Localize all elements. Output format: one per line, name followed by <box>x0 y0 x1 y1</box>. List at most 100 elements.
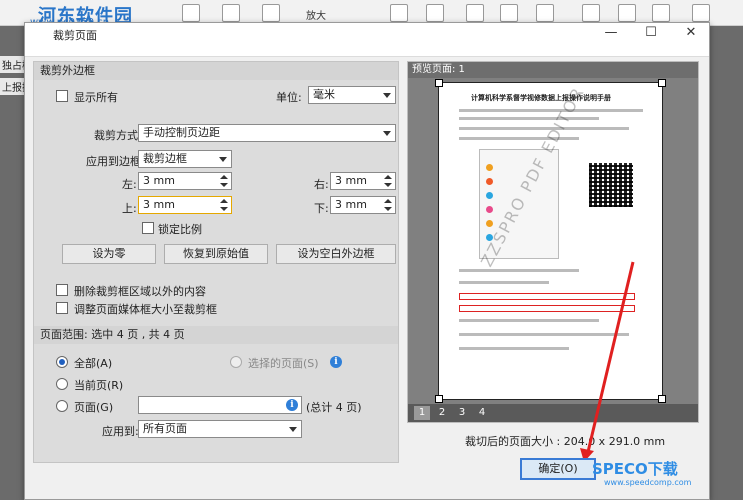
highlight-box <box>459 293 635 300</box>
spin-up-icon[interactable] <box>220 175 228 179</box>
right-margin-spinner[interactable]: 3 mm <box>330 172 396 190</box>
crop-method-label: 裁剪方式 <box>94 129 138 142</box>
crop-margins-section-title: 裁剪外边框 <box>34 62 398 80</box>
qr-code <box>589 163 633 207</box>
apply-to-box-select[interactable]: 裁剪边框 <box>138 150 232 168</box>
restore-original-button[interactable]: 恢复到原始值 <box>164 244 268 264</box>
top-margin-label: 上: <box>122 202 137 215</box>
crop-handle[interactable] <box>435 79 443 87</box>
apply-to-label: 应用到: <box>102 425 139 438</box>
all-pages-label: 全部(A) <box>74 357 113 370</box>
total-pages-label: (总计 4 页) <box>306 401 362 414</box>
page-tab-2[interactable]: 2 <box>434 406 450 420</box>
minimize-button[interactable]: — <box>591 23 631 43</box>
page-range-title: 页面范围: 选中 4 页 , 共 4 页 <box>34 326 398 344</box>
crop-method-value: 手动控制页边距 <box>143 126 220 139</box>
delete-outside-label: 删除裁剪框区域以外的内容 <box>74 285 206 298</box>
ok-button[interactable]: 确定(O) <box>520 458 596 480</box>
adjust-media-checkbox[interactable] <box>56 302 68 314</box>
crop-method-select[interactable]: 手动控制页边距 <box>138 124 396 142</box>
chevron-down-icon <box>383 131 391 136</box>
lock-ratio-checkbox[interactable] <box>142 222 154 234</box>
spin-down-icon[interactable] <box>384 183 392 187</box>
page-range-input[interactable] <box>138 396 302 414</box>
page-tab-1[interactable]: 1 <box>414 406 430 420</box>
crop-settings-panel: 裁剪外边框 显示所有 单位: 毫米 裁剪方式 手动控制页边距 应用到边框 裁剪边… <box>33 61 399 463</box>
spin-down-icon[interactable] <box>220 183 228 187</box>
delete-outside-checkbox[interactable] <box>56 284 68 296</box>
top-margin-spinner[interactable]: 3 mm <box>138 196 232 214</box>
dialog-titlebar: 裁剪页面 — ☐ ✕ <box>25 23 709 57</box>
chevron-down-icon <box>289 427 297 432</box>
left-margin-label: 左: <box>122 178 137 191</box>
set-zero-button[interactable]: 设为零 <box>62 244 156 264</box>
site-watermark-bottom-url: www.speedcomp.com <box>604 478 692 487</box>
all-pages-radio[interactable] <box>56 356 68 368</box>
unit-select[interactable]: 毫米 <box>308 86 396 104</box>
preview-area: 计算机科学系督学视修数据上报操作说明手册 ZZSPRO PDF EDITOR <box>408 78 698 404</box>
selected-pages-label: 选择的页面(S) <box>248 357 319 370</box>
show-all-checkbox[interactable] <box>56 90 68 102</box>
toolbar-icon[interactable] <box>222 4 240 22</box>
crop-handle[interactable] <box>658 395 666 403</box>
textbox-icon[interactable] <box>466 4 484 22</box>
page-range-label: 页面(G) <box>74 401 114 414</box>
zoom-label[interactable]: 放大 <box>306 7 326 22</box>
info-icon[interactable]: i <box>330 356 342 368</box>
apply-to-value: 所有页面 <box>143 422 187 435</box>
left-margin-spinner[interactable]: 3 mm <box>138 172 232 190</box>
preview-page: 计算机科学系督学视修数据上报操作说明手册 ZZSPRO PDF EDITOR <box>435 79 666 403</box>
page-tab-4[interactable]: 4 <box>474 406 490 420</box>
right-margin-label: 右: <box>314 178 329 191</box>
text-icon[interactable] <box>390 4 408 22</box>
spin-up-icon[interactable] <box>384 199 392 203</box>
page-range-radio[interactable] <box>56 400 68 412</box>
crop-handle[interactable] <box>435 395 443 403</box>
chevron-down-icon <box>219 157 227 162</box>
preview-page-title: 计算机科学系督学视修数据上报操作说明手册 <box>471 94 611 102</box>
bottom-margin-spinner[interactable]: 3 mm <box>330 196 396 214</box>
toolbar-icon[interactable] <box>182 4 200 22</box>
polygon-icon[interactable] <box>582 4 600 22</box>
lock-ratio-label: 锁定比例 <box>158 223 202 236</box>
pencil-icon[interactable] <box>536 4 554 22</box>
stamp-icon[interactable] <box>652 4 670 22</box>
show-all-label: 显示所有 <box>74 91 118 104</box>
apply-to-select[interactable]: 所有页面 <box>138 420 302 438</box>
highlight-box <box>459 305 635 312</box>
close-button[interactable]: ✕ <box>671 23 711 43</box>
chevron-down-icon <box>383 93 391 98</box>
eraser-icon[interactable] <box>692 4 710 22</box>
page-tab-3[interactable]: 3 <box>454 406 470 420</box>
crop-handle[interactable] <box>658 79 666 87</box>
spin-down-icon[interactable] <box>220 207 228 211</box>
bottom-margin-label: 下: <box>314 202 329 215</box>
dialog-title: 裁剪页面 <box>53 29 97 42</box>
info-icon[interactable]: i <box>286 399 298 411</box>
shape-icon[interactable] <box>618 4 636 22</box>
cropped-size-label: 裁切后的页面大小 : 204.0 x 291.0 mm <box>465 435 666 448</box>
spin-down-icon[interactable] <box>384 207 392 211</box>
right-margin-value: 3 mm <box>335 174 367 187</box>
spin-up-icon[interactable] <box>384 175 392 179</box>
top-margin-value: 3 mm <box>143 198 175 211</box>
selected-pages-radio[interactable] <box>230 356 242 368</box>
apply-to-box-value: 裁剪边框 <box>143 152 187 165</box>
note-icon[interactable] <box>426 4 444 22</box>
preview-pager: 1 2 3 4 <box>408 404 698 422</box>
clip-icon[interactable] <box>500 4 518 22</box>
spin-up-icon[interactable] <box>220 199 228 203</box>
zoom-icon[interactable] <box>262 4 280 22</box>
bottom-margin-value: 3 mm <box>335 198 367 211</box>
left-margin-value: 3 mm <box>143 174 175 187</box>
apply-to-box-label: 应用到边框 <box>86 155 141 168</box>
current-page-label: 当前页(R) <box>74 379 124 392</box>
preview-header: 预览页面: 1 <box>408 62 698 78</box>
site-watermark-bottom: SPECO下载 <box>592 460 678 478</box>
current-page-radio[interactable] <box>56 378 68 390</box>
unit-label: 单位: <box>276 91 302 104</box>
maximize-button[interactable]: ☐ <box>631 23 671 43</box>
crop-pages-dialog: 裁剪页面 — ☐ ✕ 裁剪外边框 显示所有 单位: 毫米 裁剪方式 手动控制页边… <box>24 22 710 500</box>
preview-panel: 预览页面: 1 计算机科学系督学视修数据上报操作说明手册 ZZSPRO PDF … <box>407 61 699 423</box>
set-blank-margin-button[interactable]: 设为空白外边框 <box>276 244 396 264</box>
